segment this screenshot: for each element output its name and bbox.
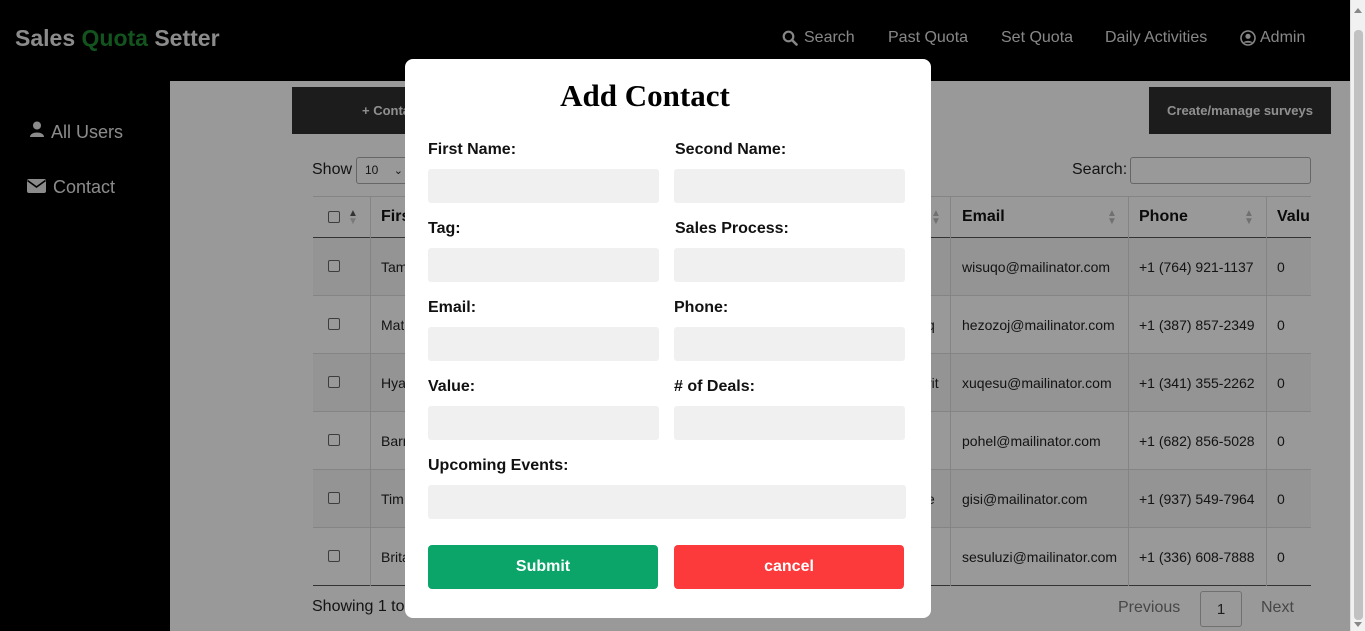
tag-field[interactable] (428, 248, 659, 282)
scroll-down-arrow-icon[interactable] (1354, 622, 1362, 627)
cancel-button[interactable]: cancel (674, 545, 904, 589)
first-name-label: First Name: (428, 141, 517, 158)
sales-process-field[interactable] (674, 248, 905, 282)
deals-field[interactable] (674, 406, 905, 440)
second-name-label: Second Name: (675, 141, 787, 158)
value-field[interactable] (428, 406, 659, 440)
email-label: Email: (428, 299, 477, 316)
tag-label: Tag: (428, 220, 461, 237)
upcoming-events-field[interactable] (428, 485, 906, 519)
scroll-up-arrow-icon[interactable] (1354, 8, 1362, 13)
add-contact-modal: Add Contact First Name: Second Name: Tag… (405, 59, 931, 618)
upcoming-events-label: Upcoming Events: (428, 457, 569, 474)
sales-process-label: Sales Process: (675, 220, 789, 237)
deals-label: # of Deals: (674, 378, 755, 395)
scrollbar-thumb[interactable] (1354, 30, 1363, 620)
first-name-field[interactable] (428, 169, 659, 203)
phone-label: Phone: (674, 299, 729, 316)
page-scrollbar[interactable] (1350, 0, 1365, 631)
value-label: Value: (428, 378, 476, 395)
phone-field[interactable] (674, 327, 905, 361)
email-field[interactable] (428, 327, 659, 361)
modal-title: Add Contact (560, 78, 730, 113)
second-name-field[interactable] (674, 169, 905, 203)
submit-button[interactable]: Submit (428, 545, 658, 589)
